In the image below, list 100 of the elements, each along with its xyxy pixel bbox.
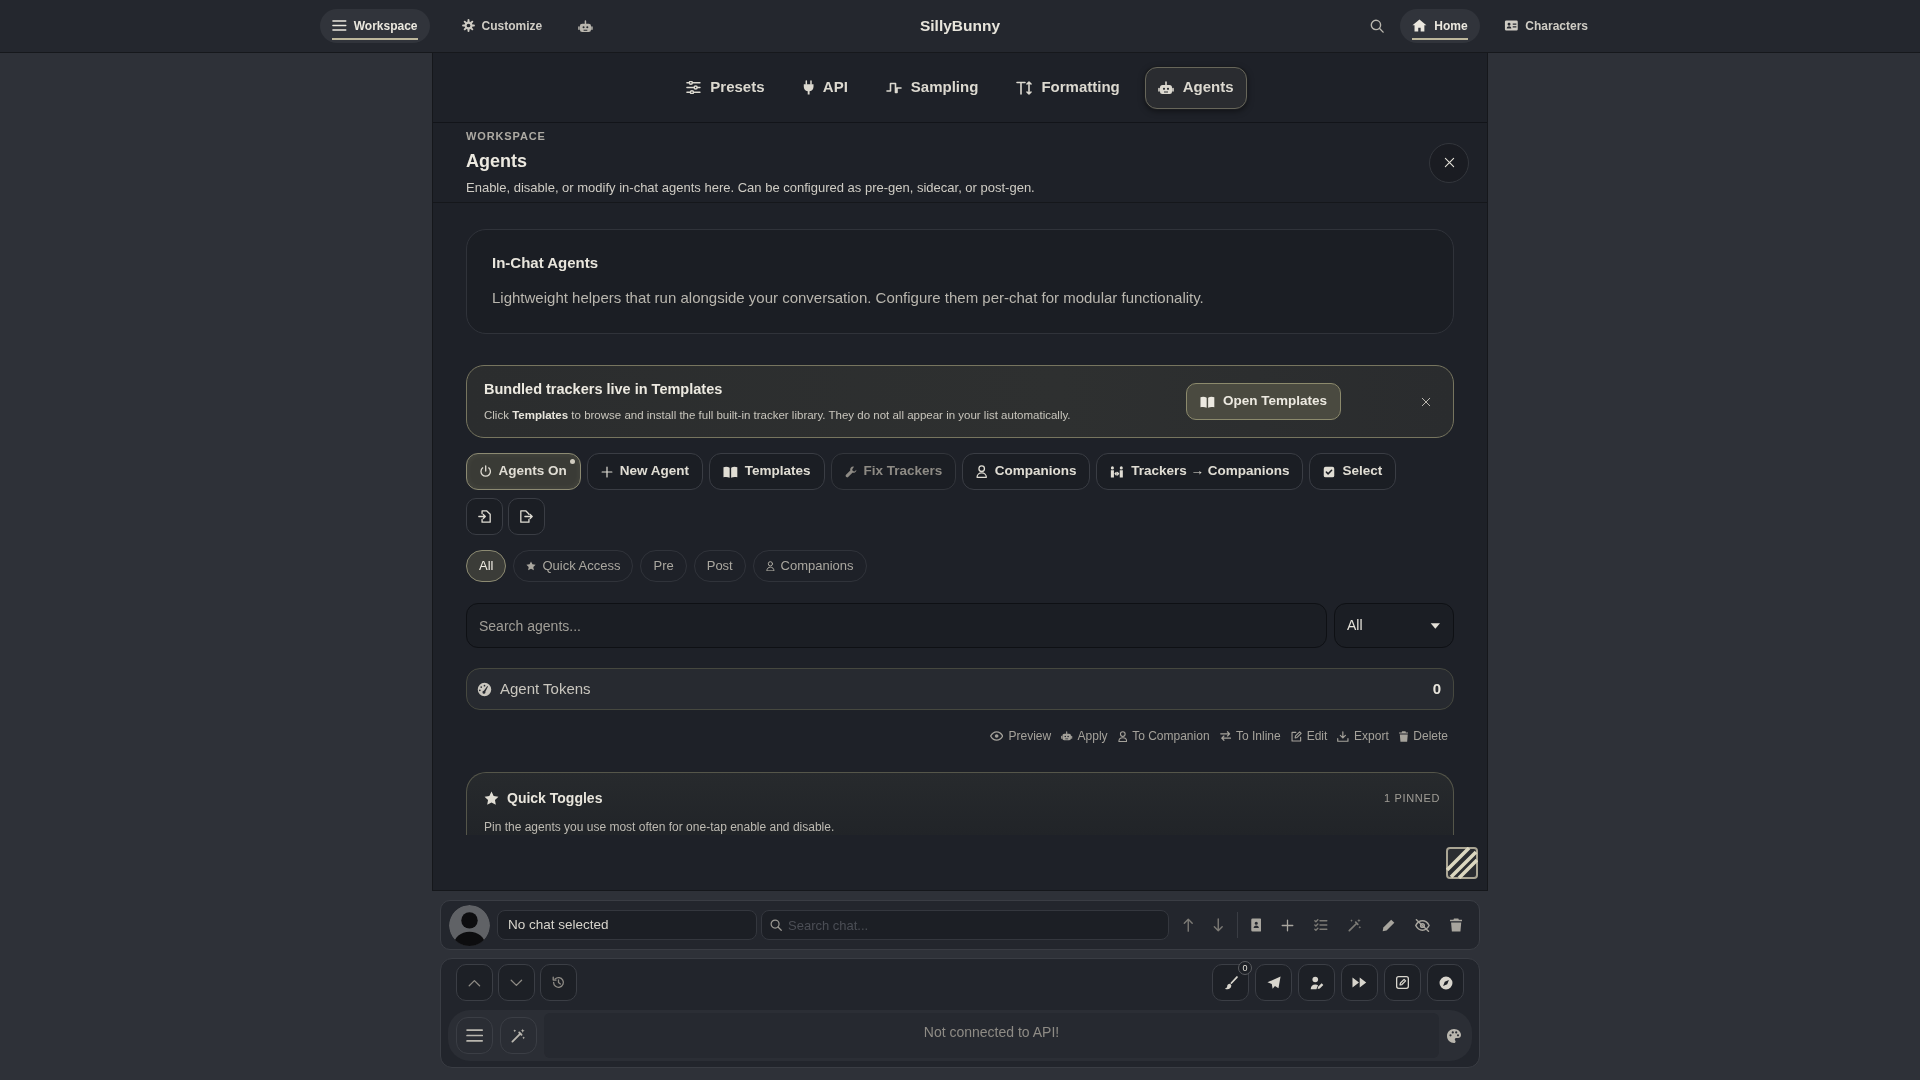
magic-wand-icon[interactable] <box>1347 918 1362 932</box>
brush-icon <box>1223 975 1238 990</box>
to-companion-link[interactable]: To Companion <box>1117 726 1210 746</box>
nav-tab[interactable]: Characters <box>1491 9 1600 43</box>
pencil-icon[interactable] <box>1381 918 1395 932</box>
nav-tab[interactable]: Home <box>1400 9 1480 43</box>
convert-button[interactable]: Trackers → Companions <box>1096 453 1304 490</box>
plus-icon <box>600 465 613 478</box>
arrow-down-icon[interactable] <box>1213 918 1224 932</box>
persona-button[interactable] <box>1298 964 1335 1001</box>
pinned-count: 1 PINNED <box>1384 791 1440 807</box>
close-icon[interactable] <box>1421 396 1431 407</box>
open-templates-button[interactable]: Open Templates <box>1186 383 1341 420</box>
banner-text: Click Templates to browse and install the full built-in tracker library. They do not all appear in your list automatically. <box>484 407 1071 423</box>
person-icon <box>1117 730 1128 742</box>
type-filter-dropdown[interactable]: All <box>1334 603 1454 648</box>
settings-tab[interactable]: API <box>789 66 861 109</box>
export-button[interactable] <box>508 498 545 535</box>
search-icon <box>770 919 782 931</box>
banner-title: Bundled trackers live in Templates <box>484 380 724 399</box>
agents-toggle-button[interactable]: Agents On <box>466 453 581 490</box>
search-icon[interactable] <box>1370 19 1385 33</box>
chat-name-field[interactable]: No chat selected <box>497 910 757 940</box>
message-field[interactable]: Not connected to API! <box>544 1013 1439 1058</box>
new-agent-button[interactable]: New Agent <box>586 453 703 490</box>
robot-icon <box>1061 731 1073 741</box>
close-icon <box>1443 157 1455 168</box>
swap-arrows-icon <box>1219 731 1231 741</box>
magic-wand-button[interactable] <box>500 1017 537 1054</box>
settings-tab[interactable]: Presets <box>673 66 778 109</box>
eye-icon <box>990 731 1004 741</box>
app-title: SillyBunny <box>919 16 1001 37</box>
house-icon <box>1412 19 1428 32</box>
settings-tab[interactable]: Sampling <box>872 66 992 109</box>
step-wave-icon <box>885 81 902 94</box>
card-title: In-Chat Agents <box>492 253 600 273</box>
trash-icon <box>1398 730 1409 742</box>
continue-button[interactable] <box>1341 964 1378 1001</box>
magic-wand-icon <box>511 1028 526 1043</box>
history-icon <box>552 976 565 989</box>
star-icon <box>526 561 537 571</box>
fast-forward-icon <box>1352 977 1367 988</box>
download-icon <box>1337 730 1350 742</box>
nav-tab[interactable]: Customize <box>449 9 555 43</box>
companions-button[interactable]: Companions <box>962 453 1091 490</box>
tokens-count: 0 <box>1432 678 1441 699</box>
wrench-icon <box>844 465 857 478</box>
robot-icon[interactable] <box>578 19 594 33</box>
status-dot-icon <box>569 459 575 464</box>
menu-icon <box>465 1029 484 1042</box>
history-button[interactable] <box>540 964 577 1001</box>
nav-tab[interactable]: Workspace <box>320 9 430 43</box>
robot-icon <box>1157 80 1174 95</box>
to-inline-link[interactable]: To Inline <box>1219 726 1281 746</box>
import-button[interactable] <box>466 498 503 535</box>
select-button[interactable]: Select <box>1309 453 1397 490</box>
plug-icon <box>802 80 814 95</box>
eye-slash-icon[interactable] <box>1414 918 1430 932</box>
chevron-up-icon <box>468 978 481 987</box>
sliders-icon <box>686 81 702 94</box>
menu-button[interactable] <box>456 1017 493 1054</box>
delete-link[interactable]: Delete <box>1398 726 1448 746</box>
settings-tab[interactable]: Agents <box>1144 66 1247 109</box>
export-link[interactable]: Export <box>1337 726 1389 746</box>
card-text: Lightweight helpers that run alongside your conversation. Configure them per-chat for modular functionality. <box>492 287 1205 308</box>
striped-square-icon[interactable] <box>1446 846 1478 879</box>
card-title: Quick Toggles <box>507 789 604 808</box>
plus-icon[interactable] <box>1281 918 1295 932</box>
star-icon <box>484 791 499 806</box>
filter-pill[interactable]: All <box>466 550 507 582</box>
avatar-icon <box>449 904 490 946</box>
count-badge: 0 <box>1238 961 1252 975</box>
edit-square-icon <box>1396 976 1409 989</box>
gear-icon <box>461 19 475 32</box>
templates-button[interactable]: Templates <box>708 453 825 490</box>
palette-icon[interactable] <box>1446 1027 1462 1044</box>
contact-book-icon[interactable] <box>1250 918 1262 932</box>
arrow-up-icon[interactable] <box>1182 918 1194 932</box>
brush-button[interactable] <box>1212 964 1249 1001</box>
file-export-icon <box>520 510 533 523</box>
compass-button[interactable] <box>1427 964 1464 1001</box>
agent-search-field[interactable]: Search agents... <box>466 603 1327 648</box>
edit-link[interactable]: Edit <box>1290 726 1328 746</box>
book-icon <box>1200 395 1215 408</box>
apply-link[interactable]: Apply <box>1061 726 1108 746</box>
menu-icon <box>332 20 347 31</box>
trash-icon[interactable] <box>1449 918 1462 932</box>
edit-button[interactable] <box>1384 964 1421 1001</box>
card-text: Pin the agents you use most often for one-tap enable and disable. <box>484 819 836 835</box>
people-arrows-icon <box>1110 465 1125 478</box>
settings-tab[interactable]: Formatting <box>1003 66 1133 109</box>
page-title: Agents <box>466 150 528 173</box>
user-pen-icon <box>1309 975 1324 990</box>
paper-plane-icon <box>1266 975 1281 990</box>
preview-link[interactable]: Preview <box>990 726 1052 746</box>
checklist-icon[interactable] <box>1314 919 1328 931</box>
checkbox-icon <box>1323 465 1336 478</box>
send-button[interactable] <box>1255 964 1292 1001</box>
edit-icon <box>1290 730 1302 742</box>
power-icon <box>480 465 492 478</box>
